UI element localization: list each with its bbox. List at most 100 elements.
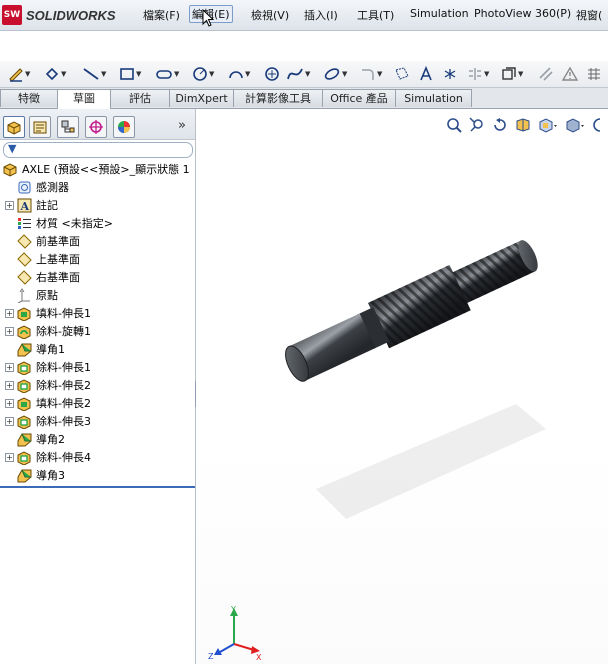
tree-item[interactable]: + 除料-伸長4 <box>0 448 195 466</box>
ellipse-button[interactable]: ▼ <box>323 64 347 84</box>
tree-item[interactable]: + 除料-伸長2 <box>0 376 195 394</box>
tab-simulation[interactable]: Simulation <box>395 89 472 107</box>
app-name: SOLIDWORKS <box>26 7 116 23</box>
polygon-icon <box>265 67 279 81</box>
expand-toggle-icon[interactable]: + <box>5 362 14 372</box>
circle-button[interactable]: ▼ <box>192 64 214 84</box>
tree-root[interactable]: AXLE (預設<<預設>_顯示狀態 1 <box>0 160 195 178</box>
circle-icon <box>193 67 207 81</box>
solidworks-logo-icon: SW <box>2 5 22 25</box>
graphics-area[interactable]: Y X Z <box>196 109 608 664</box>
tab-features[interactable]: 特徵 <box>0 89 58 107</box>
tab-evaluate[interactable]: 評估 <box>110 89 170 107</box>
solidworks-logo[interactable]: SW SOLIDWORKS <box>2 4 116 26</box>
axle-model[interactable] <box>196 109 608 664</box>
tree-item[interactable]: 原點 <box>0 286 195 304</box>
cut-revolve-icon <box>17 324 32 339</box>
expand-toggle-icon[interactable]: + <box>5 398 14 408</box>
polygon-button[interactable] <box>264 64 280 84</box>
menu-view[interactable]: 檢視(V) <box>251 7 289 23</box>
tree-item-label: 原點 <box>36 289 58 302</box>
tab-sketch[interactable]: 草圖 <box>57 89 111 109</box>
smart-dimension-button[interactable]: ▼ <box>44 64 66 84</box>
tab-render-tools[interactable]: 計算影像工具 <box>233 89 323 107</box>
tree-item[interactable]: 導角3 <box>0 466 195 484</box>
panel-more-button[interactable]: » <box>178 118 186 133</box>
empty-toolbar-strip <box>0 31 608 62</box>
offset-entities-icon <box>502 67 516 80</box>
cut-extrude-icon <box>17 378 32 393</box>
point-button[interactable] <box>443 64 457 84</box>
convert-button[interactable] <box>538 64 554 84</box>
expand-toggle-icon[interactable]: + <box>5 416 14 426</box>
arc-button[interactable]: ▼ <box>228 64 250 84</box>
offset-button[interactable]: ▼ <box>501 64 523 84</box>
plane-icon <box>17 269 32 285</box>
material-icon <box>17 216 32 231</box>
part-icon <box>3 162 18 177</box>
configurationmanager-tab[interactable] <box>57 116 79 138</box>
tree-item[interactable]: + A 註記 <box>0 196 195 214</box>
rollback-bar[interactable] <box>0 486 195 488</box>
tree-item[interactable]: 導角2 <box>0 430 195 448</box>
sketch-tool-button[interactable]: ▼ <box>8 64 30 84</box>
menu-photoview[interactable]: PhotoView 360(P) <box>474 7 571 20</box>
tree-item[interactable]: + 除料-旋轉1 <box>0 322 195 340</box>
rectangle-icon <box>120 68 134 80</box>
tree-item[interactable]: 前基準面 <box>0 232 195 250</box>
expand-toggle-icon[interactable]: + <box>5 200 14 210</box>
tab-dimxpert[interactable]: DimXpert <box>169 89 234 107</box>
menu-tools[interactable]: 工具(T) <box>357 7 394 23</box>
boss-extrude-icon <box>17 306 32 321</box>
expand-toggle-icon[interactable]: + <box>5 380 14 390</box>
mirror-icon <box>469 68 481 80</box>
menu-window[interactable]: 視窗( <box>576 7 602 23</box>
dimxpertmanager-tab[interactable] <box>85 116 107 138</box>
displaymanager-tab[interactable] <box>113 116 135 138</box>
plane-icon <box>17 251 32 267</box>
slot-button[interactable]: ▼ <box>155 64 179 84</box>
tree-item-label: 前基準面 <box>36 235 80 248</box>
ellipse-icon <box>324 68 340 80</box>
propertymanager-tab[interactable] <box>29 116 51 138</box>
feature-filter-input[interactable]: ▼ <box>3 142 193 158</box>
tree-item[interactable]: 感測器 <box>0 178 195 196</box>
expand-toggle-icon[interactable]: + <box>5 452 14 462</box>
convert-entities-icon <box>539 67 553 81</box>
sketch-grid-icon <box>588 68 600 80</box>
tree-item[interactable]: + 除料-伸長1 <box>0 358 195 376</box>
featuremanager-tab[interactable] <box>3 116 25 138</box>
repair-sketch-button[interactable] <box>586 64 602 84</box>
plane-button[interactable] <box>394 64 410 84</box>
tree-item-label: 感測器 <box>36 181 69 194</box>
tree-item-label: 導角1 <box>36 343 65 356</box>
tree-item-label: 除料-伸長2 <box>36 379 91 392</box>
expand-toggle-icon[interactable]: + <box>5 308 14 318</box>
tree-item[interactable]: 右基準面 <box>0 268 195 286</box>
origin-icon <box>17 287 32 303</box>
sketch-text-icon <box>420 66 432 81</box>
mirror-button[interactable]: ▼ <box>467 64 489 84</box>
cut-extrude-icon <box>17 450 32 465</box>
rectangle-button[interactable]: ▼ <box>119 64 141 84</box>
tree-item[interactable]: + 除料-伸長3 <box>0 412 195 430</box>
line-button[interactable]: ▼ <box>82 64 106 84</box>
tree-item[interactable]: + 填料-伸長2 <box>0 394 195 412</box>
tab-office-products[interactable]: Office 產品 <box>322 89 396 107</box>
warning-button[interactable] <box>562 64 578 84</box>
fillet-button[interactable]: ▼ <box>360 64 382 84</box>
triad-z-label: Z <box>208 652 214 661</box>
tree-item[interactable]: 導角1 <box>0 340 195 358</box>
sketch-fillet-icon <box>362 69 374 80</box>
manager-tabs: » <box>0 109 195 140</box>
tree-item[interactable]: 上基準面 <box>0 250 195 268</box>
spline-button[interactable]: ▼ <box>286 64 310 84</box>
filter-icon: ▼ <box>8 142 17 155</box>
expand-toggle-icon[interactable]: + <box>5 326 14 336</box>
text-button[interactable] <box>418 64 434 84</box>
menu-insert[interactable]: 插入(I) <box>304 7 338 23</box>
tree-item[interactable]: 材質 <未指定> <box>0 214 195 232</box>
tree-item[interactable]: + 填料-伸長1 <box>0 304 195 322</box>
menu-simulation[interactable]: Simulation <box>410 7 469 20</box>
menu-file[interactable]: 檔案(F) <box>143 7 180 23</box>
